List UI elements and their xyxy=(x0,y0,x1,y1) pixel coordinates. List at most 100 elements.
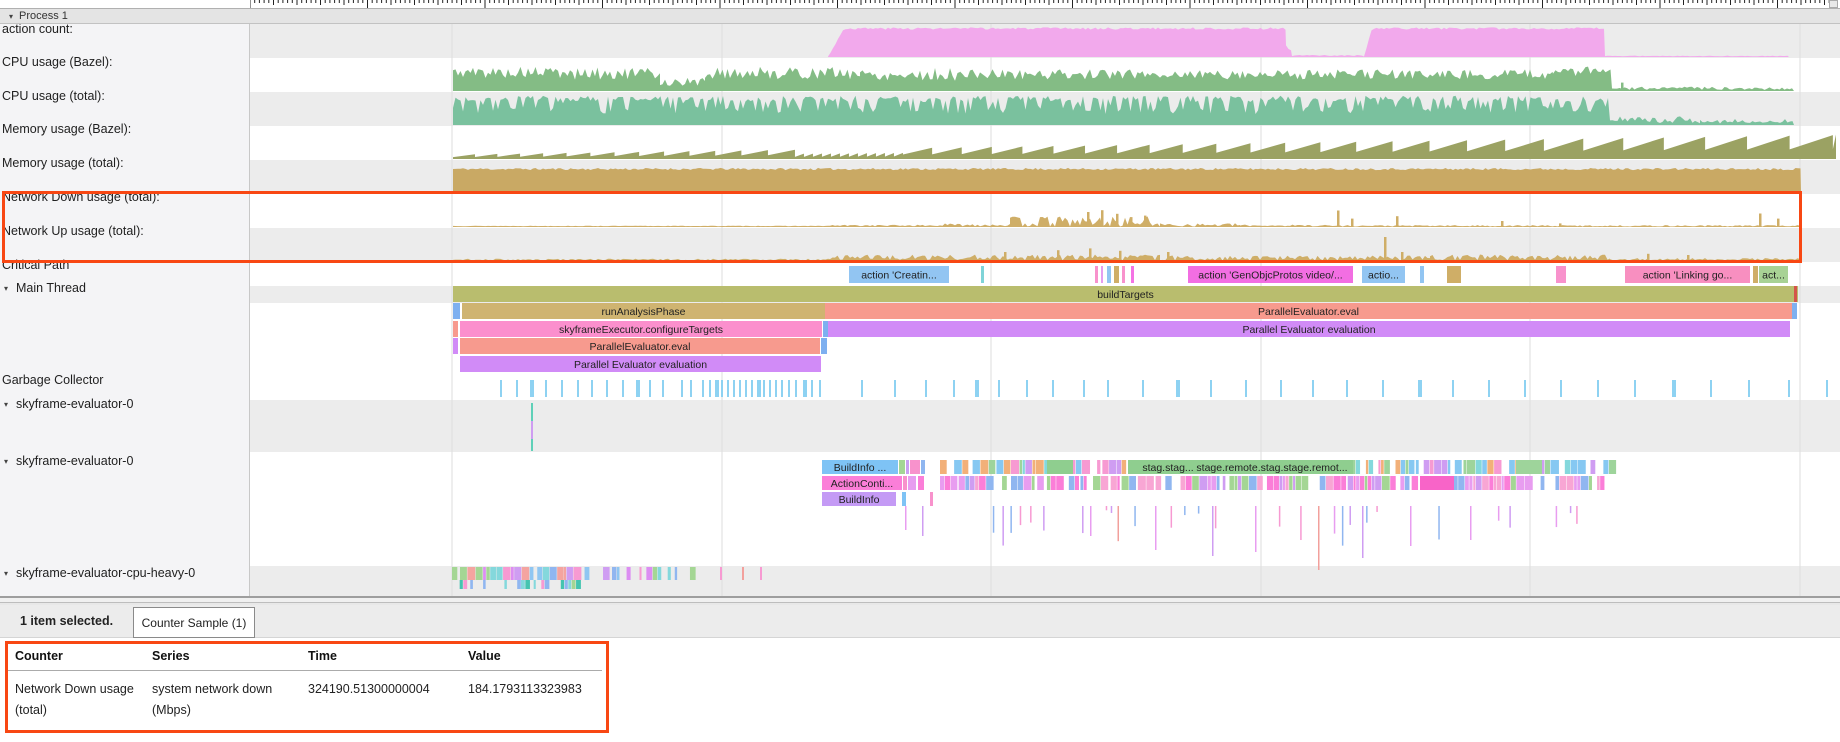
evaluator2-band-b-sliver[interactable] xyxy=(1476,476,1482,490)
skyframe-evaluator2-row-b-slice[interactable] xyxy=(903,476,907,490)
nested-slice-line[interactable] xyxy=(1020,506,1022,525)
evaluator2-band-a-sliver[interactable] xyxy=(962,460,968,474)
evaluator2-band-b-sliver[interactable] xyxy=(1354,476,1356,490)
gc-slice-tick[interactable] xyxy=(819,380,821,397)
cpu-heavy-band-2-sliver[interactable] xyxy=(627,567,631,580)
gc-slice-tick[interactable] xyxy=(606,380,608,397)
evaluator2-band-a-sliver[interactable] xyxy=(1578,460,1586,474)
evaluator2-band-b-sliver[interactable] xyxy=(1023,476,1031,490)
cpu-heavy-band-2-sliver[interactable] xyxy=(617,567,620,580)
evaluator2-band-b-sliver[interactable] xyxy=(1242,476,1249,490)
evaluator2-band-b-sliver[interactable] xyxy=(959,476,965,490)
evaluator2-band-b-sliver[interactable] xyxy=(1211,476,1216,490)
evaluator2-band-a-sliver[interactable] xyxy=(1434,460,1441,474)
evaluator2-band-a-sliver[interactable] xyxy=(940,460,947,474)
evaluator2-band-a-sliver[interactable] xyxy=(1381,460,1384,474)
evaluator2-band-a-sliver[interactable] xyxy=(1036,460,1044,474)
evaluator2-band-b-sliver[interactable] xyxy=(1274,476,1279,490)
evaluator2-band-b-sliver[interactable] xyxy=(1589,476,1592,490)
nested-slice-line[interactable] xyxy=(1362,506,1364,558)
cpu-heavy-subrow-sliver[interactable] xyxy=(576,580,581,589)
evaluator2-band-a-sliver[interactable] xyxy=(1476,460,1482,474)
evaluator2-band-a-sliver[interactable] xyxy=(1550,460,1558,474)
expand-arrow-icon[interactable]: ▾ xyxy=(0,400,12,409)
gc-slice-tick[interactable] xyxy=(953,380,955,397)
critical-path-actions-slice[interactable] xyxy=(1753,266,1758,283)
evaluator2-band-b-sliver[interactable] xyxy=(1129,476,1136,490)
gc-slice-tick[interactable] xyxy=(1280,380,1282,397)
gc-slice-tick[interactable] xyxy=(1524,380,1526,397)
nested-slice-line[interactable] xyxy=(1576,506,1578,524)
gc-slice-tick[interactable] xyxy=(1210,380,1212,397)
evaluator2-band-b-sliver[interactable] xyxy=(1018,476,1023,490)
nested-slice-line[interactable] xyxy=(1438,506,1440,539)
evaluator2-band-a-sliver[interactable] xyxy=(973,460,980,474)
skyframe-evaluator2-row-b-slice[interactable] xyxy=(918,476,924,490)
skyframe-evaluator2-row-b-slice[interactable] xyxy=(1420,476,1454,490)
gc-slice-tick[interactable] xyxy=(516,380,518,397)
gc-slice-tick[interactable] xyxy=(681,380,683,397)
evaluator2-band-b-sliver[interactable] xyxy=(975,476,978,490)
gc-slice-tick[interactable] xyxy=(591,380,593,397)
evaluator2-band-a-sliver[interactable] xyxy=(1116,460,1121,474)
cpu-heavy-band-2-sliver[interactable] xyxy=(646,567,652,580)
evaluator2-band-b-sliver[interactable] xyxy=(1093,476,1100,490)
evaluator2-band-b-sliver[interactable] xyxy=(1069,476,1075,490)
nested-slice-line[interactable] xyxy=(993,506,995,533)
gc-slice-tick[interactable] xyxy=(1312,380,1314,397)
evaluator2-band-b-sliver[interactable] xyxy=(1382,476,1390,490)
evaluator2-band-b-sliver[interactable] xyxy=(1473,476,1475,490)
evaluator2-band-b-sliver[interactable] xyxy=(1084,476,1087,490)
evaluator2-band-b-sliver[interactable] xyxy=(1289,476,1292,490)
main-thread-row-3-slice[interactable] xyxy=(823,321,828,337)
cpu-heavy-band-1-sliver[interactable] xyxy=(511,567,514,580)
evaluator2-band-b-sliver[interactable] xyxy=(1458,476,1464,490)
cpu-heavy-subrow-sliver[interactable] xyxy=(565,580,568,589)
evaluator2-band-a-sliver[interactable] xyxy=(1416,460,1419,474)
evaluator2-band-b-sliver[interactable] xyxy=(1541,476,1545,490)
cpu-heavy-band-2-sliver[interactable] xyxy=(639,567,641,580)
gc-slice-tick[interactable] xyxy=(561,380,563,397)
skyframe-evaluator2-row-a-slice[interactable] xyxy=(921,460,925,474)
gc-slice-tick[interactable] xyxy=(795,380,797,397)
gc-slice-tick[interactable] xyxy=(769,380,771,397)
skyframe-evaluator2-row-a-slice[interactable] xyxy=(910,460,920,474)
nested-slice-line[interactable] xyxy=(1198,506,1200,514)
nested-slice-line[interactable] xyxy=(1106,506,1108,510)
evaluator2-band-b-sliver[interactable] xyxy=(1117,476,1119,490)
gc-slice-tick[interactable] xyxy=(690,380,692,397)
gc-slice-tick[interactable] xyxy=(1142,380,1144,397)
nested-slice-line[interactable] xyxy=(1255,506,1257,552)
tab-counter-sample[interactable]: Counter Sample (1) xyxy=(133,607,255,638)
evaluator2-band-a-sliver[interactable] xyxy=(1463,460,1466,474)
nested-slice-line[interactable] xyxy=(1090,506,1092,536)
gc-slice-tick[interactable] xyxy=(1346,380,1348,397)
cpu-heavy-band-1-sliver[interactable] xyxy=(550,567,557,580)
evaluator2-band-b-sliver[interactable] xyxy=(1075,476,1079,490)
evaluator2-band-a-sliver[interactable] xyxy=(1097,460,1100,474)
gc-slice-tick[interactable] xyxy=(1560,380,1562,397)
gc-slice-tick[interactable] xyxy=(763,380,765,397)
evaluator1-slice-sliver[interactable] xyxy=(531,421,533,439)
cpu-heavy-subrow-sliver[interactable] xyxy=(534,580,536,589)
evaluator1-slice-sliver[interactable] xyxy=(531,439,533,451)
evaluator2-band-b-sliver[interactable] xyxy=(1412,476,1418,490)
evaluator2-band-a-sliver[interactable] xyxy=(1378,460,1380,474)
nested-slice-line[interactable] xyxy=(1030,506,1032,523)
evaluator2-band-b-sliver[interactable] xyxy=(1574,476,1577,490)
gc-slice-tick[interactable] xyxy=(788,380,790,397)
gc-slice-tick[interactable] xyxy=(577,380,579,397)
counter-memory-usage-total[interactable] xyxy=(453,168,1801,193)
evaluator2-band-b-sliver[interactable] xyxy=(945,476,950,490)
evaluator2-band-a-sliver[interactable] xyxy=(1482,460,1487,474)
cpu-heavy-subrow-sliver[interactable] xyxy=(545,580,550,589)
evaluator2-band-b-sliver[interactable] xyxy=(1229,476,1234,490)
evaluator2-band-b-sliver[interactable] xyxy=(1577,476,1580,490)
evaluator2-band-b-sliver[interactable] xyxy=(1400,476,1404,490)
gc-slice-tick[interactable] xyxy=(925,380,927,397)
cpu-heavy-band-1-sliver[interactable] xyxy=(467,567,475,580)
cpu-heavy-subrow-sliver[interactable] xyxy=(460,580,463,589)
main-thread-row-3-slice[interactable] xyxy=(453,321,458,337)
gc-slice-tick[interactable] xyxy=(1382,380,1384,397)
cpu-heavy-band-1-sliver[interactable] xyxy=(566,567,572,580)
